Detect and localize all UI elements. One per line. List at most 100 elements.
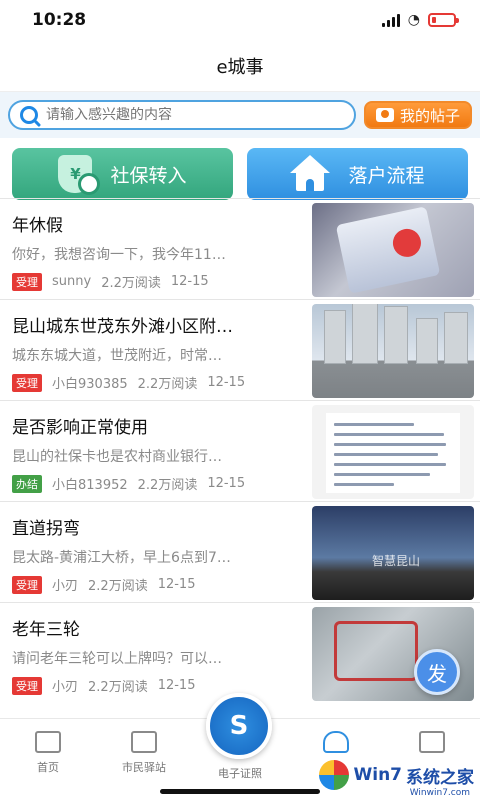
wifi-icon: ◔: [407, 12, 420, 28]
post-thumbnail: [312, 203, 474, 297]
search-icon: [20, 106, 38, 124]
list-item-text: 直道拐弯 昆太路-黄浦江大桥，早上6点到7… 受理 小刃 2.2万阅读 12-1…: [12, 502, 300, 602]
household-registration-label: 落户流程: [348, 164, 425, 187]
tab-label: 首页: [37, 761, 59, 774]
tricycle-image: [334, 621, 418, 681]
post-thumbnail: [312, 405, 474, 499]
feed-list: 年休假 你好，我想咨询一下，我今年11… 受理 sunny 2.2万阅读 12-…: [0, 198, 480, 703]
post-reads: 2.2万阅读: [88, 579, 148, 594]
status-bar: 10:28 ◔: [0, 0, 480, 40]
social-security-transfer-button[interactable]: ¥ 社保转入: [12, 148, 233, 200]
post-reads: 2.2万阅读: [137, 478, 198, 493]
navigation-bar: e城事: [0, 40, 480, 92]
post-thumbnail: 发: [312, 607, 474, 701]
building-shape: [384, 306, 408, 364]
post-thumbnail: [312, 304, 474, 398]
search-row: 我的帖子: [0, 92, 480, 138]
building-shape: [416, 318, 438, 364]
thumbnail-watermark: 智慧昆山: [372, 554, 421, 568]
camera-icon: [375, 108, 394, 122]
status-badge: 受理: [12, 373, 42, 392]
post-meta: 受理 sunny 2.2万阅读 12-15: [12, 272, 300, 291]
list-item-text: 老年三轮 请问老年三轮可以上牌吗？可以… 受理 小刃 2.2万阅读 12-15: [12, 603, 300, 703]
windows-logo-icon: [319, 760, 350, 790]
post-meta: 受理 小白930385 2.2万阅读 12-15: [12, 373, 300, 392]
post-author: 小白813952: [52, 478, 128, 493]
status-time: 10:28: [32, 10, 87, 30]
post-summary: 昆太路-黄浦江大桥，早上6点到7…: [12, 550, 231, 566]
social-security-transfer-label: 社保转入: [110, 164, 187, 187]
list-item[interactable]: 老年三轮 请问老年三轮可以上牌吗？可以… 受理 小刃 2.2万阅读 12-15 …: [0, 602, 480, 703]
social-security-card-image: [335, 206, 441, 294]
watermark-brand: Win7: [353, 765, 402, 785]
site-watermark: Win7 系统之家 Winwin7.com: [319, 760, 474, 798]
status-badge: 办结: [12, 474, 42, 493]
fab-label: 发: [427, 661, 447, 686]
list-item[interactable]: 年休假 你好，我想咨询一下，我今年11… 受理 sunny 2.2万阅读 12-…: [0, 198, 480, 299]
tab-label: 市民驿站: [122, 761, 166, 774]
search-input[interactable]: [46, 107, 344, 123]
battery-icon: [428, 13, 459, 27]
post-meta: 受理 小刃 2.2万阅读 12-15: [12, 676, 300, 695]
post-author: sunny: [52, 274, 92, 289]
post-fab-button[interactable]: 发: [414, 649, 460, 695]
post-date: 12-15: [207, 476, 246, 491]
list-item[interactable]: 直道拐弯 昆太路-黄浦江大桥，早上6点到7… 受理 小刃 2.2万阅读 12-1…: [0, 501, 480, 602]
building-shape: [444, 312, 468, 364]
household-registration-button[interactable]: 落户流程: [247, 148, 468, 200]
list-item[interactable]: 昆山城东世茂东外滩小区附… 城东东城大道，世茂附近，时常… 受理 小白93038…: [0, 299, 480, 400]
shield-yuan-icon: ¥: [58, 155, 101, 195]
post-date: 12-15: [157, 678, 196, 693]
post-summary: 请问老年三轮可以上牌吗？可以…: [12, 651, 222, 667]
my-posts-label: 我的帖子: [399, 106, 460, 125]
search-box[interactable]: [8, 100, 356, 130]
status-badge: 受理: [12, 575, 42, 594]
post-summary: 你好，我想咨询一下，我今年11…: [12, 247, 226, 263]
status-badge: 受理: [12, 272, 42, 291]
watermark-text: 系统之家: [406, 767, 474, 788]
list-item-text: 年休假 你好，我想咨询一下，我今年11… 受理 sunny 2.2万阅读 12-…: [12, 199, 300, 299]
profile-tab-icon: [419, 731, 445, 753]
status-badge: 受理: [12, 676, 42, 695]
post-meta: 办结 小白813952 2.2万阅读 12-15: [12, 474, 300, 493]
post-summary: 昆山的社保卡也是农村商业银行…: [12, 449, 222, 465]
post-date: 12-15: [170, 274, 209, 289]
tab-citizen-station[interactable]: 市民驿站: [96, 719, 192, 800]
message-screenshot-image: [326, 413, 460, 493]
building-shape: [352, 304, 378, 364]
station-tab-icon: [131, 731, 157, 753]
post-thumbnail: 智慧昆山: [312, 506, 474, 600]
post-author: 小刃: [52, 680, 79, 695]
tab-label: 电子证照: [218, 767, 262, 780]
list-item-text: 昆山城东世茂东外滩小区附… 城东东城大道，世茂附近，时常… 受理 小白93038…: [12, 300, 300, 400]
post-title: 年休假: [12, 216, 63, 236]
post-author: 小刃: [52, 579, 79, 594]
page-title: e城事: [216, 56, 264, 78]
post-meta: 受理 小刃 2.2万阅读 12-15: [12, 575, 300, 594]
status-icons: ◔: [381, 12, 459, 28]
battery-level-fill: [432, 17, 436, 23]
app-logo-icon: S: [229, 711, 249, 741]
post-title: 昆山城东世茂东外滩小区附…: [12, 317, 233, 337]
post-reads: 2.2万阅读: [101, 276, 161, 291]
post-title: 老年三轮: [12, 620, 80, 640]
post-date: 12-15: [207, 375, 246, 390]
my-posts-button[interactable]: 我的帖子: [363, 101, 472, 129]
post-author: 小白930385: [52, 377, 128, 392]
house-icon: [290, 155, 331, 193]
e-license-logo-button[interactable]: S: [206, 693, 272, 759]
tab-home[interactable]: 首页: [0, 719, 96, 800]
home-indicator: [160, 789, 320, 794]
list-item-text: 是否影响正常使用 昆山的社保卡也是农村商业银行… 办结 小白813952 2.2…: [12, 401, 300, 501]
watermark-url: Winwin7.com: [409, 788, 470, 798]
list-item[interactable]: 是否影响正常使用 昆山的社保卡也是农村商业银行… 办结 小白813952 2.2…: [0, 400, 480, 501]
post-title: 直道拐弯: [12, 519, 80, 539]
cellular-signal-icon: [381, 13, 400, 27]
post-title: 是否影响正常使用: [12, 418, 148, 438]
post-reads: 2.2万阅读: [88, 680, 148, 695]
post-date: 12-15: [157, 577, 196, 592]
home-tab-icon: [35, 731, 61, 753]
post-reads: 2.2万阅读: [137, 377, 198, 392]
building-shape: [324, 310, 346, 364]
city-tab-icon: [323, 731, 349, 753]
